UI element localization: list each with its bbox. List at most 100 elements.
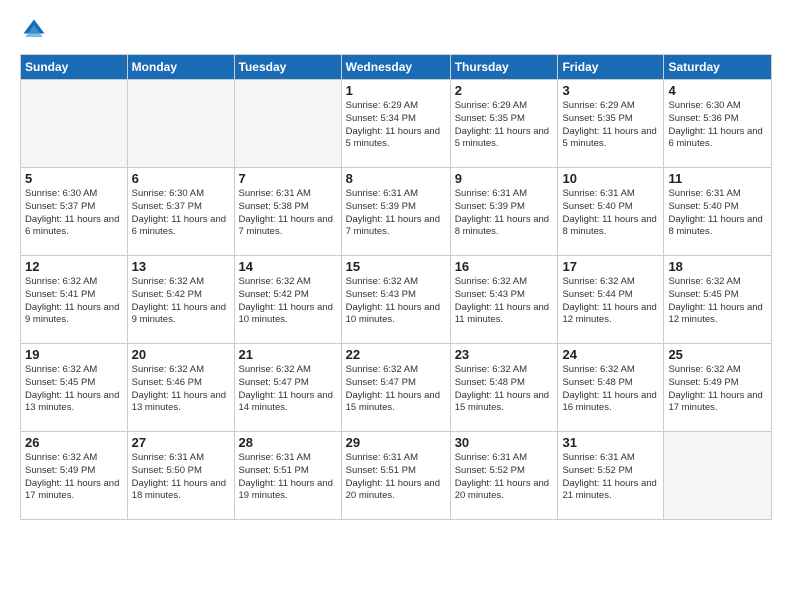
day-number: 17 — [562, 259, 659, 274]
day-number: 13 — [132, 259, 230, 274]
calendar-cell: 16 Sunrise: 6:32 AMSunset: 5:43 PMDayligh… — [450, 256, 558, 344]
calendar-cell: 20 Sunrise: 6:32 AMSunset: 5:46 PMDayligh… — [127, 344, 234, 432]
day-info: Sunrise: 6:31 AMSunset: 5:51 PMDaylight:… — [346, 452, 446, 503]
day-info: Sunrise: 6:32 AMSunset: 5:44 PMDaylight:… — [562, 276, 659, 327]
weekday-header-sunday: Sunday — [21, 55, 128, 80]
day-number: 27 — [132, 435, 230, 450]
day-info: Sunrise: 6:32 AMSunset: 5:41 PMDaylight:… — [25, 276, 123, 327]
calendar-cell — [21, 80, 128, 168]
day-number: 14 — [239, 259, 337, 274]
day-number: 30 — [455, 435, 554, 450]
day-number: 8 — [346, 171, 446, 186]
day-info: Sunrise: 6:31 AMSunset: 5:52 PMDaylight:… — [455, 452, 554, 503]
day-info: Sunrise: 6:32 AMSunset: 5:42 PMDaylight:… — [132, 276, 230, 327]
calendar-cell: 10Sunrise: 6:31 AMSunset: 5:40 PMDayligh… — [558, 168, 664, 256]
day-info: Sunrise: 6:32 AMSunset: 5:48 PMDaylight:… — [455, 364, 554, 415]
page: SundayMondayTuesdayWednesdayThursdayFrid… — [0, 0, 792, 530]
calendar-cell: 15 Sunrise: 6:32 AMSunset: 5:43 PMDayligh… — [341, 256, 450, 344]
day-info: Sunrise: 6:30 AMSunset: 5:37 PMDaylight:… — [132, 188, 230, 239]
logo — [20, 16, 52, 44]
calendar-cell: 24 Sunrise: 6:32 AMSunset: 5:48 PMDayligh… — [558, 344, 664, 432]
day-number: 15 — [346, 259, 446, 274]
calendar-cell: 7Sunrise: 6:31 AMSunset: 5:38 PMDaylight… — [234, 168, 341, 256]
day-number: 29 — [346, 435, 446, 450]
day-number: 3 — [562, 83, 659, 98]
week-row-4: 19 Sunrise: 6:32 AMSunset: 5:45 PMDayligh… — [21, 344, 772, 432]
day-number: 20 — [132, 347, 230, 362]
day-number: 26 — [25, 435, 123, 450]
calendar-cell: 14 Sunrise: 6:32 AMSunset: 5:42 PMDayligh… — [234, 256, 341, 344]
day-info: Sunrise: 6:31 AMSunset: 5:52 PMDaylight:… — [562, 452, 659, 503]
day-number: 19 — [25, 347, 123, 362]
day-info: Sunrise: 6:31 AMSunset: 5:40 PMDaylight:… — [562, 188, 659, 239]
day-info: Sunrise: 6:31 AMSunset: 5:39 PMDaylight:… — [346, 188, 446, 239]
day-number: 24 — [562, 347, 659, 362]
calendar-cell: 13 Sunrise: 6:32 AMSunset: 5:42 PMDayligh… — [127, 256, 234, 344]
day-number: 6 — [132, 171, 230, 186]
weekday-header-friday: Friday — [558, 55, 664, 80]
day-info: Sunrise: 6:32 AMSunset: 5:45 PMDaylight:… — [668, 276, 767, 327]
calendar-cell: 19 Sunrise: 6:32 AMSunset: 5:45 PMDayligh… — [21, 344, 128, 432]
day-info: Sunrise: 6:32 AMSunset: 5:47 PMDaylight:… — [346, 364, 446, 415]
header — [20, 16, 772, 44]
day-info: Sunrise: 6:29 AMSunset: 5:35 PMDaylight:… — [562, 100, 659, 151]
calendar-cell: 30 Sunrise: 6:31 AMSunset: 5:52 PMDayligh… — [450, 432, 558, 520]
week-row-2: 5 Sunrise: 6:30 AMSunset: 5:37 PMDaylight… — [21, 168, 772, 256]
day-info: Sunrise: 6:32 AMSunset: 5:43 PMDaylight:… — [455, 276, 554, 327]
calendar-cell: 27 Sunrise: 6:31 AMSunset: 5:50 PMDayligh… — [127, 432, 234, 520]
day-info: Sunrise: 6:31 AMSunset: 5:50 PMDaylight:… — [132, 452, 230, 503]
calendar-cell: 4 Sunrise: 6:30 AMSunset: 5:36 PMDaylight… — [664, 80, 772, 168]
calendar-cell: 18 Sunrise: 6:32 AMSunset: 5:45 PMDayligh… — [664, 256, 772, 344]
day-info: Sunrise: 6:32 AMSunset: 5:46 PMDaylight:… — [132, 364, 230, 415]
calendar-cell: 31 Sunrise: 6:31 AMSunset: 5:52 PMDayligh… — [558, 432, 664, 520]
logo-icon — [20, 16, 48, 44]
day-number: 23 — [455, 347, 554, 362]
day-number: 18 — [668, 259, 767, 274]
day-info: Sunrise: 6:29 AMSunset: 5:34 PMDaylight:… — [346, 100, 446, 151]
day-number: 12 — [25, 259, 123, 274]
weekday-header-tuesday: Tuesday — [234, 55, 341, 80]
calendar-cell: 29 Sunrise: 6:31 AMSunset: 5:51 PMDayligh… — [341, 432, 450, 520]
week-row-3: 12 Sunrise: 6:32 AMSunset: 5:41 PMDayligh… — [21, 256, 772, 344]
day-number: 22 — [346, 347, 446, 362]
day-info: Sunrise: 6:31 AMSunset: 5:40 PMDaylight:… — [668, 188, 767, 239]
week-row-5: 26 Sunrise: 6:32 AMSunset: 5:49 PMDayligh… — [21, 432, 772, 520]
day-info: Sunrise: 6:31 AMSunset: 5:39 PMDaylight:… — [455, 188, 554, 239]
day-number: 11 — [668, 171, 767, 186]
calendar-cell: 17 Sunrise: 6:32 AMSunset: 5:44 PMDayligh… — [558, 256, 664, 344]
day-number: 5 — [25, 171, 123, 186]
day-info: Sunrise: 6:32 AMSunset: 5:43 PMDaylight:… — [346, 276, 446, 327]
calendar-cell: 8 Sunrise: 6:31 AMSunset: 5:39 PMDaylight… — [341, 168, 450, 256]
day-info: Sunrise: 6:32 AMSunset: 5:49 PMDaylight:… — [668, 364, 767, 415]
day-number: 1 — [346, 83, 446, 98]
day-number: 25 — [668, 347, 767, 362]
day-info: Sunrise: 6:32 AMSunset: 5:45 PMDaylight:… — [25, 364, 123, 415]
day-info: Sunrise: 6:32 AMSunset: 5:49 PMDaylight:… — [25, 452, 123, 503]
calendar-cell: 23 Sunrise: 6:32 AMSunset: 5:48 PMDayligh… — [450, 344, 558, 432]
calendar-cell: 12 Sunrise: 6:32 AMSunset: 5:41 PMDayligh… — [21, 256, 128, 344]
calendar-cell: 5 Sunrise: 6:30 AMSunset: 5:37 PMDaylight… — [21, 168, 128, 256]
calendar-cell: 28Sunrise: 6:31 AMSunset: 5:51 PMDayligh… — [234, 432, 341, 520]
day-info: Sunrise: 6:32 AMSunset: 5:47 PMDaylight:… — [239, 364, 337, 415]
day-info: Sunrise: 6:30 AMSunset: 5:36 PMDaylight:… — [668, 100, 767, 151]
weekday-header-monday: Monday — [127, 55, 234, 80]
calendar-cell: 9 Sunrise: 6:31 AMSunset: 5:39 PMDaylight… — [450, 168, 558, 256]
day-info: Sunrise: 6:32 AMSunset: 5:48 PMDaylight:… — [562, 364, 659, 415]
day-info: Sunrise: 6:32 AMSunset: 5:42 PMDaylight:… — [239, 276, 337, 327]
day-number: 2 — [455, 83, 554, 98]
day-number: 21 — [239, 347, 337, 362]
day-info: Sunrise: 6:30 AMSunset: 5:37 PMDaylight:… — [25, 188, 123, 239]
calendar-cell: 2Sunrise: 6:29 AMSunset: 5:35 PMDaylight… — [450, 80, 558, 168]
calendar-cell: 3 Sunrise: 6:29 AMSunset: 5:35 PMDaylight… — [558, 80, 664, 168]
day-number: 16 — [455, 259, 554, 274]
calendar-cell — [127, 80, 234, 168]
week-row-1: 1 Sunrise: 6:29 AMSunset: 5:34 PMDaylight… — [21, 80, 772, 168]
weekday-header-saturday: Saturday — [664, 55, 772, 80]
day-number: 31 — [562, 435, 659, 450]
calendar-cell: 22 Sunrise: 6:32 AMSunset: 5:47 PMDayligh… — [341, 344, 450, 432]
day-number: 4 — [668, 83, 767, 98]
day-info: Sunrise: 6:31 AMSunset: 5:51 PMDaylight:… — [239, 452, 337, 503]
calendar-cell — [234, 80, 341, 168]
calendar-cell — [664, 432, 772, 520]
day-number: 9 — [455, 171, 554, 186]
